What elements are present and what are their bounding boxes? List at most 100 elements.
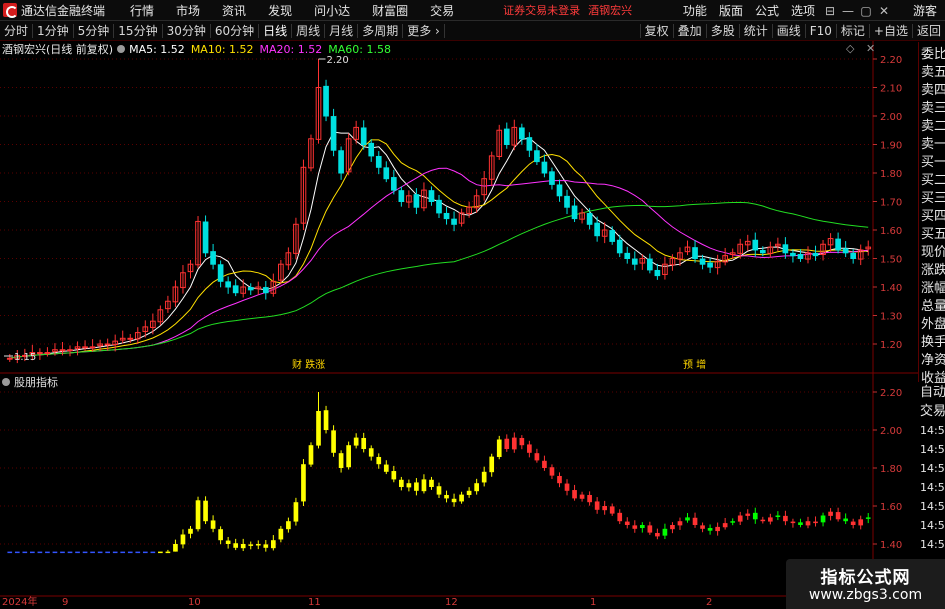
chart-legend: 酒钢宏兴(日线 前复权) MA5: 1.52 MA10: 1.52 MA20: …	[2, 42, 397, 57]
tab-weekly[interactable]: 周线	[292, 23, 326, 38]
tab-60min[interactable]: 60分钟	[211, 23, 260, 38]
candle-body	[647, 258, 653, 271]
low-price-marker: 1.15	[14, 352, 36, 363]
indicator-candle	[722, 523, 728, 528]
back-button[interactable]: 返回	[911, 24, 945, 38]
maximize-icon[interactable]: ▢	[857, 4, 875, 18]
price-tick-label: 2.00	[880, 112, 902, 123]
indicator-candle	[534, 453, 540, 461]
candle-body	[262, 287, 269, 294]
indicator-candle	[730, 521, 736, 523]
trade-login-status[interactable]: 证券交易未登录	[503, 2, 580, 18]
indicator-candle	[496, 439, 502, 457]
indicator-candle	[459, 494, 464, 502]
candle-body	[782, 244, 789, 254]
tab-daily[interactable]: 日线	[259, 23, 293, 38]
ma5-value: MA5: 1.52	[129, 42, 185, 56]
adjust-button[interactable]: 复权	[639, 24, 673, 38]
indicator-candle	[579, 494, 585, 499]
menu-function-button[interactable]: 功能	[677, 2, 713, 19]
tab-multi-period[interactable]: 多周期	[358, 23, 404, 38]
candle-body	[564, 195, 570, 208]
tab-5min[interactable]: 5分钟	[74, 23, 115, 38]
indicator-candle	[248, 544, 254, 546]
menu-item-ask[interactable]: 问小达	[303, 2, 361, 19]
candle-body	[338, 150, 344, 174]
indicator-candle	[647, 525, 653, 533]
tab-monthly[interactable]: 月线	[325, 23, 359, 38]
indicator-candle	[828, 511, 833, 516]
add-watchlist-button[interactable]: +自选	[868, 24, 912, 38]
tab-1min[interactable]: 1分钟	[33, 23, 74, 38]
skin-icon[interactable]: ⊟	[821, 4, 839, 18]
user-guest-label[interactable]: 游客	[913, 2, 937, 19]
mark-button[interactable]: 标记	[835, 24, 869, 38]
tab-15min[interactable]: 15分钟	[114, 23, 163, 38]
candle-body	[654, 269, 661, 277]
tick-time-label: 14:56	[920, 443, 945, 456]
legend-dot-icon[interactable]	[117, 45, 126, 53]
indicator-candle	[158, 551, 163, 554]
indicator-candle	[376, 456, 382, 465]
indicator-candle	[255, 544, 261, 546]
statistics-button[interactable]: 统计	[738, 24, 772, 38]
menu-item-trade[interactable]: 交易	[419, 2, 465, 19]
date-tick-label: 2	[706, 597, 713, 608]
chevron-right-icon: ›	[435, 23, 440, 38]
price-tick-label: 1.70	[880, 198, 902, 209]
menu-item-wealth-circle[interactable]: 财富圈	[361, 2, 419, 19]
current-stock-name: 酒钢宏兴	[588, 4, 633, 17]
indicator-candle	[715, 526, 720, 532]
indicator-candle	[602, 506, 608, 511]
minimize-icon[interactable]: —	[839, 4, 857, 18]
overlay-button[interactable]: 叠加	[672, 24, 706, 38]
auto-trade-label: 自动	[920, 385, 945, 400]
indicator-candle	[112, 551, 118, 554]
stock-title: 酒钢宏兴(日线 前复权)	[2, 43, 114, 56]
menu-item-discover[interactable]: 发现	[257, 2, 303, 19]
tab-intraday[interactable]: 分时	[0, 23, 34, 38]
quote-label: 买二	[921, 173, 945, 188]
indicator-candle	[655, 532, 660, 537]
candle-body	[752, 239, 759, 251]
close-panel-icon[interactable]: ✕	[866, 42, 875, 55]
price-tick-label: 1.40	[880, 283, 902, 294]
candle-body	[210, 251, 216, 265]
draw-line-button[interactable]: 画线	[771, 24, 805, 38]
menu-item-market[interactable]: 市场	[165, 2, 211, 19]
indicator-tick-label: 2.00	[880, 426, 902, 437]
candle-body	[375, 155, 382, 168]
indicator-candle	[707, 528, 713, 531]
quote-label: 买五	[921, 227, 945, 242]
indicator-candle	[301, 464, 306, 502]
indicator-candle	[278, 528, 284, 540]
indicator-candle	[429, 479, 434, 487]
close-icon[interactable]: ✕	[875, 4, 893, 18]
indicator-dot-icon[interactable]	[2, 378, 10, 386]
chart-markers: 2.20 1.15 财 跌涨 预 增	[4, 55, 706, 371]
multi-stock-button[interactable]: 多股	[705, 24, 739, 38]
settings-diamond-icon[interactable]: ◇	[846, 42, 854, 55]
f10-button[interactable]: F10	[804, 24, 836, 38]
kline-chart[interactable]: 1.20 1.30 1.40 1.50 1.60 1.70 1.80 1.90 2.00 2.10…	[0, 41, 918, 609]
ma60-value: MA60: 1.58	[328, 42, 391, 56]
menu-options-button[interactable]: 选项	[785, 2, 821, 19]
indicator-candle	[519, 437, 525, 446]
indicator-candle	[135, 551, 141, 554]
indicator-candle	[414, 482, 419, 491]
price-tick-label: 1.50	[880, 255, 902, 266]
menu-item-news[interactable]: 资讯	[211, 2, 257, 19]
indicator-candle	[188, 528, 193, 534]
indicator-candle	[67, 551, 73, 554]
indicator-candle	[75, 551, 80, 554]
indicator-candle	[331, 430, 336, 453]
menu-layout-button[interactable]: 版面	[713, 2, 749, 19]
indicator-candle	[820, 515, 826, 523]
tab-more[interactable]: 更多 ›	[403, 23, 445, 38]
tab-30min[interactable]: 30分钟	[163, 23, 211, 38]
menu-item-market-quotes[interactable]: 行情	[119, 2, 165, 19]
indicator-candle	[203, 500, 208, 522]
indicator-candle	[504, 438, 510, 449]
app-title: 通达信金融终端	[21, 3, 106, 18]
menu-formula-button[interactable]: 公式	[749, 2, 785, 19]
